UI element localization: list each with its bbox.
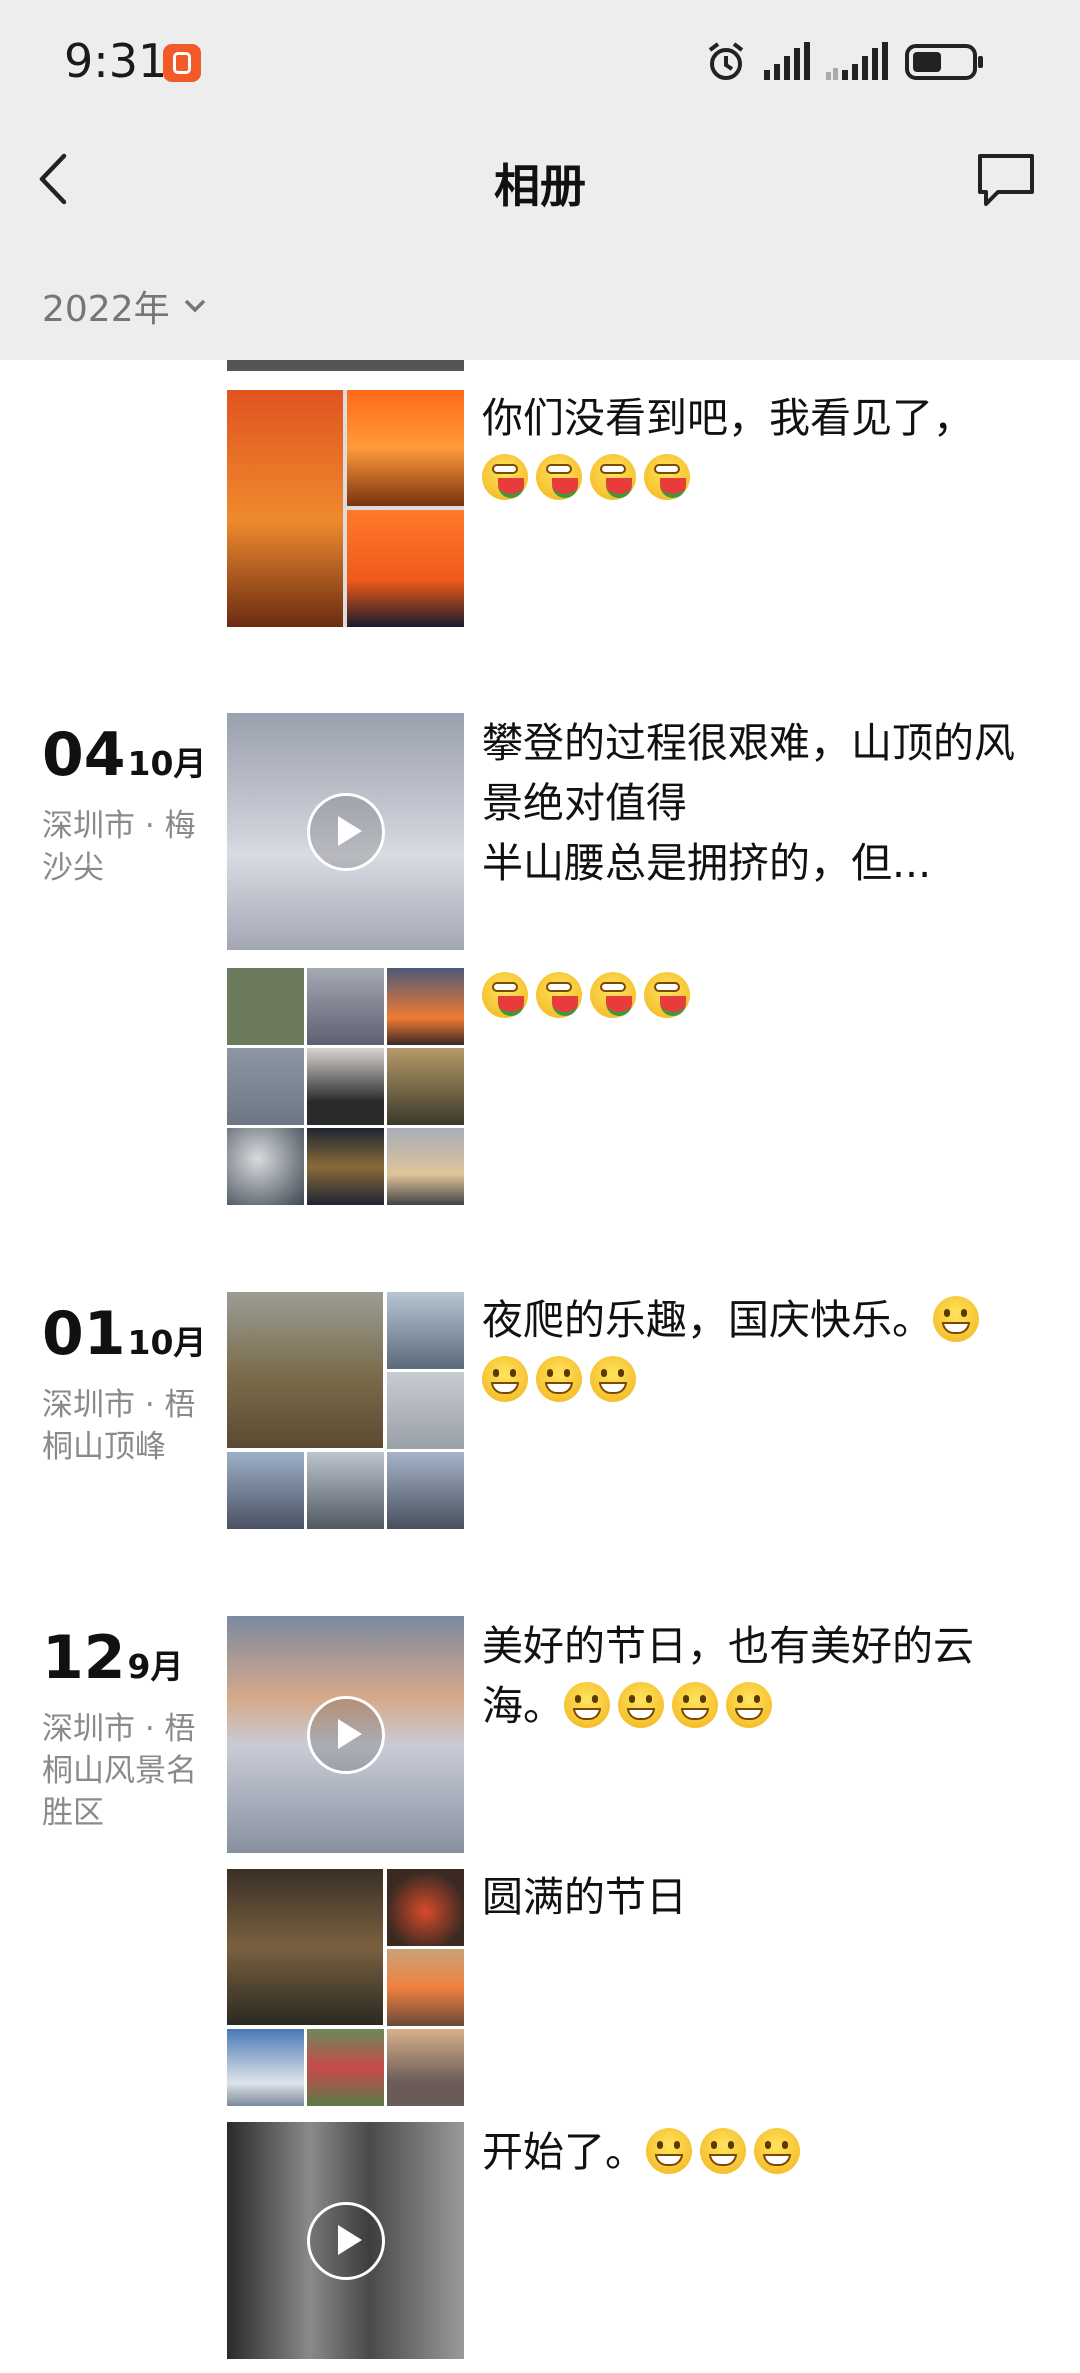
- post-month: 9月: [127, 1647, 184, 1686]
- photo: [227, 1128, 304, 1205]
- post-date: 0110月: [42, 1304, 206, 1364]
- emoji-icon: [700, 2128, 746, 2174]
- signal-2-icon: [826, 42, 888, 80]
- post-text[interactable]: 开始了。: [482, 2122, 1042, 2182]
- post-group: 129月 深圳市 · 梧桐山风景名胜区 美好的节日，也有美好的云海。: [0, 1616, 1080, 1866]
- photo: [227, 1048, 304, 1125]
- battery-icon: [905, 44, 983, 80]
- photo: [307, 968, 384, 1045]
- photo: [387, 1949, 464, 2026]
- photo: [387, 1128, 464, 1205]
- notification-app-icon: [163, 44, 201, 82]
- video-thumbnail[interactable]: [227, 1616, 464, 1853]
- album-feed: 你们没看到吧，我看见了， 0410月 深圳市 · 梅沙尖 攀登的过程很艰难，山顶…: [0, 360, 1080, 2373]
- photo: [387, 1869, 464, 1946]
- post-month: 10月: [127, 744, 207, 783]
- photo: [307, 1048, 384, 1125]
- emoji-icon: [482, 972, 528, 1018]
- post-day: 04: [42, 720, 126, 790]
- post-thumbnail[interactable]: [227, 1869, 464, 2106]
- emoji-row: [482, 966, 1042, 1026]
- play-icon[interactable]: [307, 2202, 385, 2280]
- signal-icon: [764, 42, 810, 80]
- post-date: 129月: [42, 1628, 183, 1688]
- post-day: 01: [42, 1299, 126, 1369]
- video-thumbnail[interactable]: [227, 2122, 464, 2359]
- post-location: 深圳市 · 梧桐山顶峰: [42, 1387, 196, 1465]
- post-caption: 开始了。: [482, 2128, 646, 2176]
- post-group: 0110月 深圳市 · 梧桐山顶峰 夜爬的乐趣，国庆快乐。: [0, 1292, 1080, 1542]
- post-text[interactable]: 攀登的过程很艰难，山顶的风景绝对值得 半山腰总是拥挤的，但...: [482, 713, 1042, 893]
- post-location: 深圳市 · 梅沙尖: [42, 808, 196, 886]
- photo: [347, 390, 464, 506]
- post-thumbnail[interactable]: [227, 390, 464, 627]
- photo: [387, 968, 464, 1045]
- photo: [227, 1292, 383, 1448]
- photo: [387, 1048, 464, 1125]
- status-icons: [704, 40, 1014, 84]
- partial-photo[interactable]: [227, 360, 464, 371]
- emoji-icon: [644, 972, 690, 1018]
- alarm-icon: [708, 42, 744, 80]
- emoji-icon: [536, 454, 582, 500]
- post-item[interactable]: 圆满的节日: [0, 1869, 1080, 2109]
- emoji-icon: [672, 1682, 718, 1728]
- emoji-icon: [536, 972, 582, 1018]
- emoji-icon: [644, 454, 690, 500]
- emoji-icon: [618, 1682, 664, 1728]
- post-caption: 你们没看到吧，我看见了，: [482, 394, 974, 442]
- video-thumbnail[interactable]: [227, 713, 464, 950]
- post-date: 0410月: [42, 725, 206, 785]
- post-text[interactable]: 你们没看到吧，我看见了，: [482, 388, 1042, 508]
- status-time: 9:31: [64, 34, 168, 88]
- post-month: 10月: [127, 1323, 207, 1362]
- photo: [387, 2029, 464, 2106]
- post-text[interactable]: 夜爬的乐趣，国庆快乐。: [482, 1290, 1042, 1410]
- post-day: 12: [42, 1623, 126, 1693]
- emoji-icon: [564, 1682, 610, 1728]
- post-text[interactable]: [482, 966, 1042, 1026]
- post-location: 深圳市 · 梧桐山风景名胜区: [42, 1711, 197, 1831]
- post-text[interactable]: 圆满的节日: [482, 1867, 1042, 1927]
- photo: [307, 1128, 384, 1205]
- page-title: 相册: [494, 159, 586, 213]
- photo: [387, 1292, 464, 1369]
- chevron-down-icon: [184, 299, 205, 313]
- post-text[interactable]: 美好的节日，也有美好的云海。: [482, 1616, 1042, 1736]
- emoji-icon: [754, 2128, 800, 2174]
- photo: [227, 1452, 304, 1529]
- play-icon[interactable]: [307, 1696, 385, 1774]
- post-item[interactable]: 你们没看到吧，我看见了，: [0, 390, 1080, 630]
- emoji-icon: [646, 2128, 692, 2174]
- post-thumbnail[interactable]: [227, 1292, 464, 1529]
- year-label: 2022年: [42, 289, 170, 330]
- post-item[interactable]: 开始了。: [0, 2122, 1080, 2362]
- emoji-icon: [590, 454, 636, 500]
- emoji-icon: [726, 1682, 772, 1728]
- top-bar: 9:31 相册 2022年: [0, 0, 1080, 360]
- photo: [307, 1452, 384, 1529]
- emoji-icon: [590, 972, 636, 1018]
- emoji-icon: [482, 454, 528, 500]
- photo: [227, 968, 304, 1045]
- photo: [387, 1372, 464, 1449]
- post-thumbnail[interactable]: [227, 968, 464, 1205]
- emoji-icon: [536, 1356, 582, 1402]
- photo: [387, 1452, 464, 1529]
- post-item[interactable]: [0, 968, 1080, 1208]
- photo: [227, 390, 343, 627]
- emoji-row: [482, 448, 1042, 508]
- photo: [307, 2029, 384, 2106]
- play-icon[interactable]: [307, 793, 385, 871]
- emoji-icon: [590, 1356, 636, 1402]
- emoji-icon: [482, 1356, 528, 1402]
- message-icon: [978, 154, 1034, 206]
- year-selector[interactable]: 2022年: [42, 280, 208, 332]
- photo: [227, 1869, 383, 2025]
- post-caption: 夜爬的乐趣，国庆快乐。: [482, 1296, 933, 1344]
- photo: [227, 2029, 304, 2106]
- photo: [347, 510, 464, 627]
- emoji-icon: [933, 1296, 979, 1342]
- message-button[interactable]: [976, 152, 1036, 208]
